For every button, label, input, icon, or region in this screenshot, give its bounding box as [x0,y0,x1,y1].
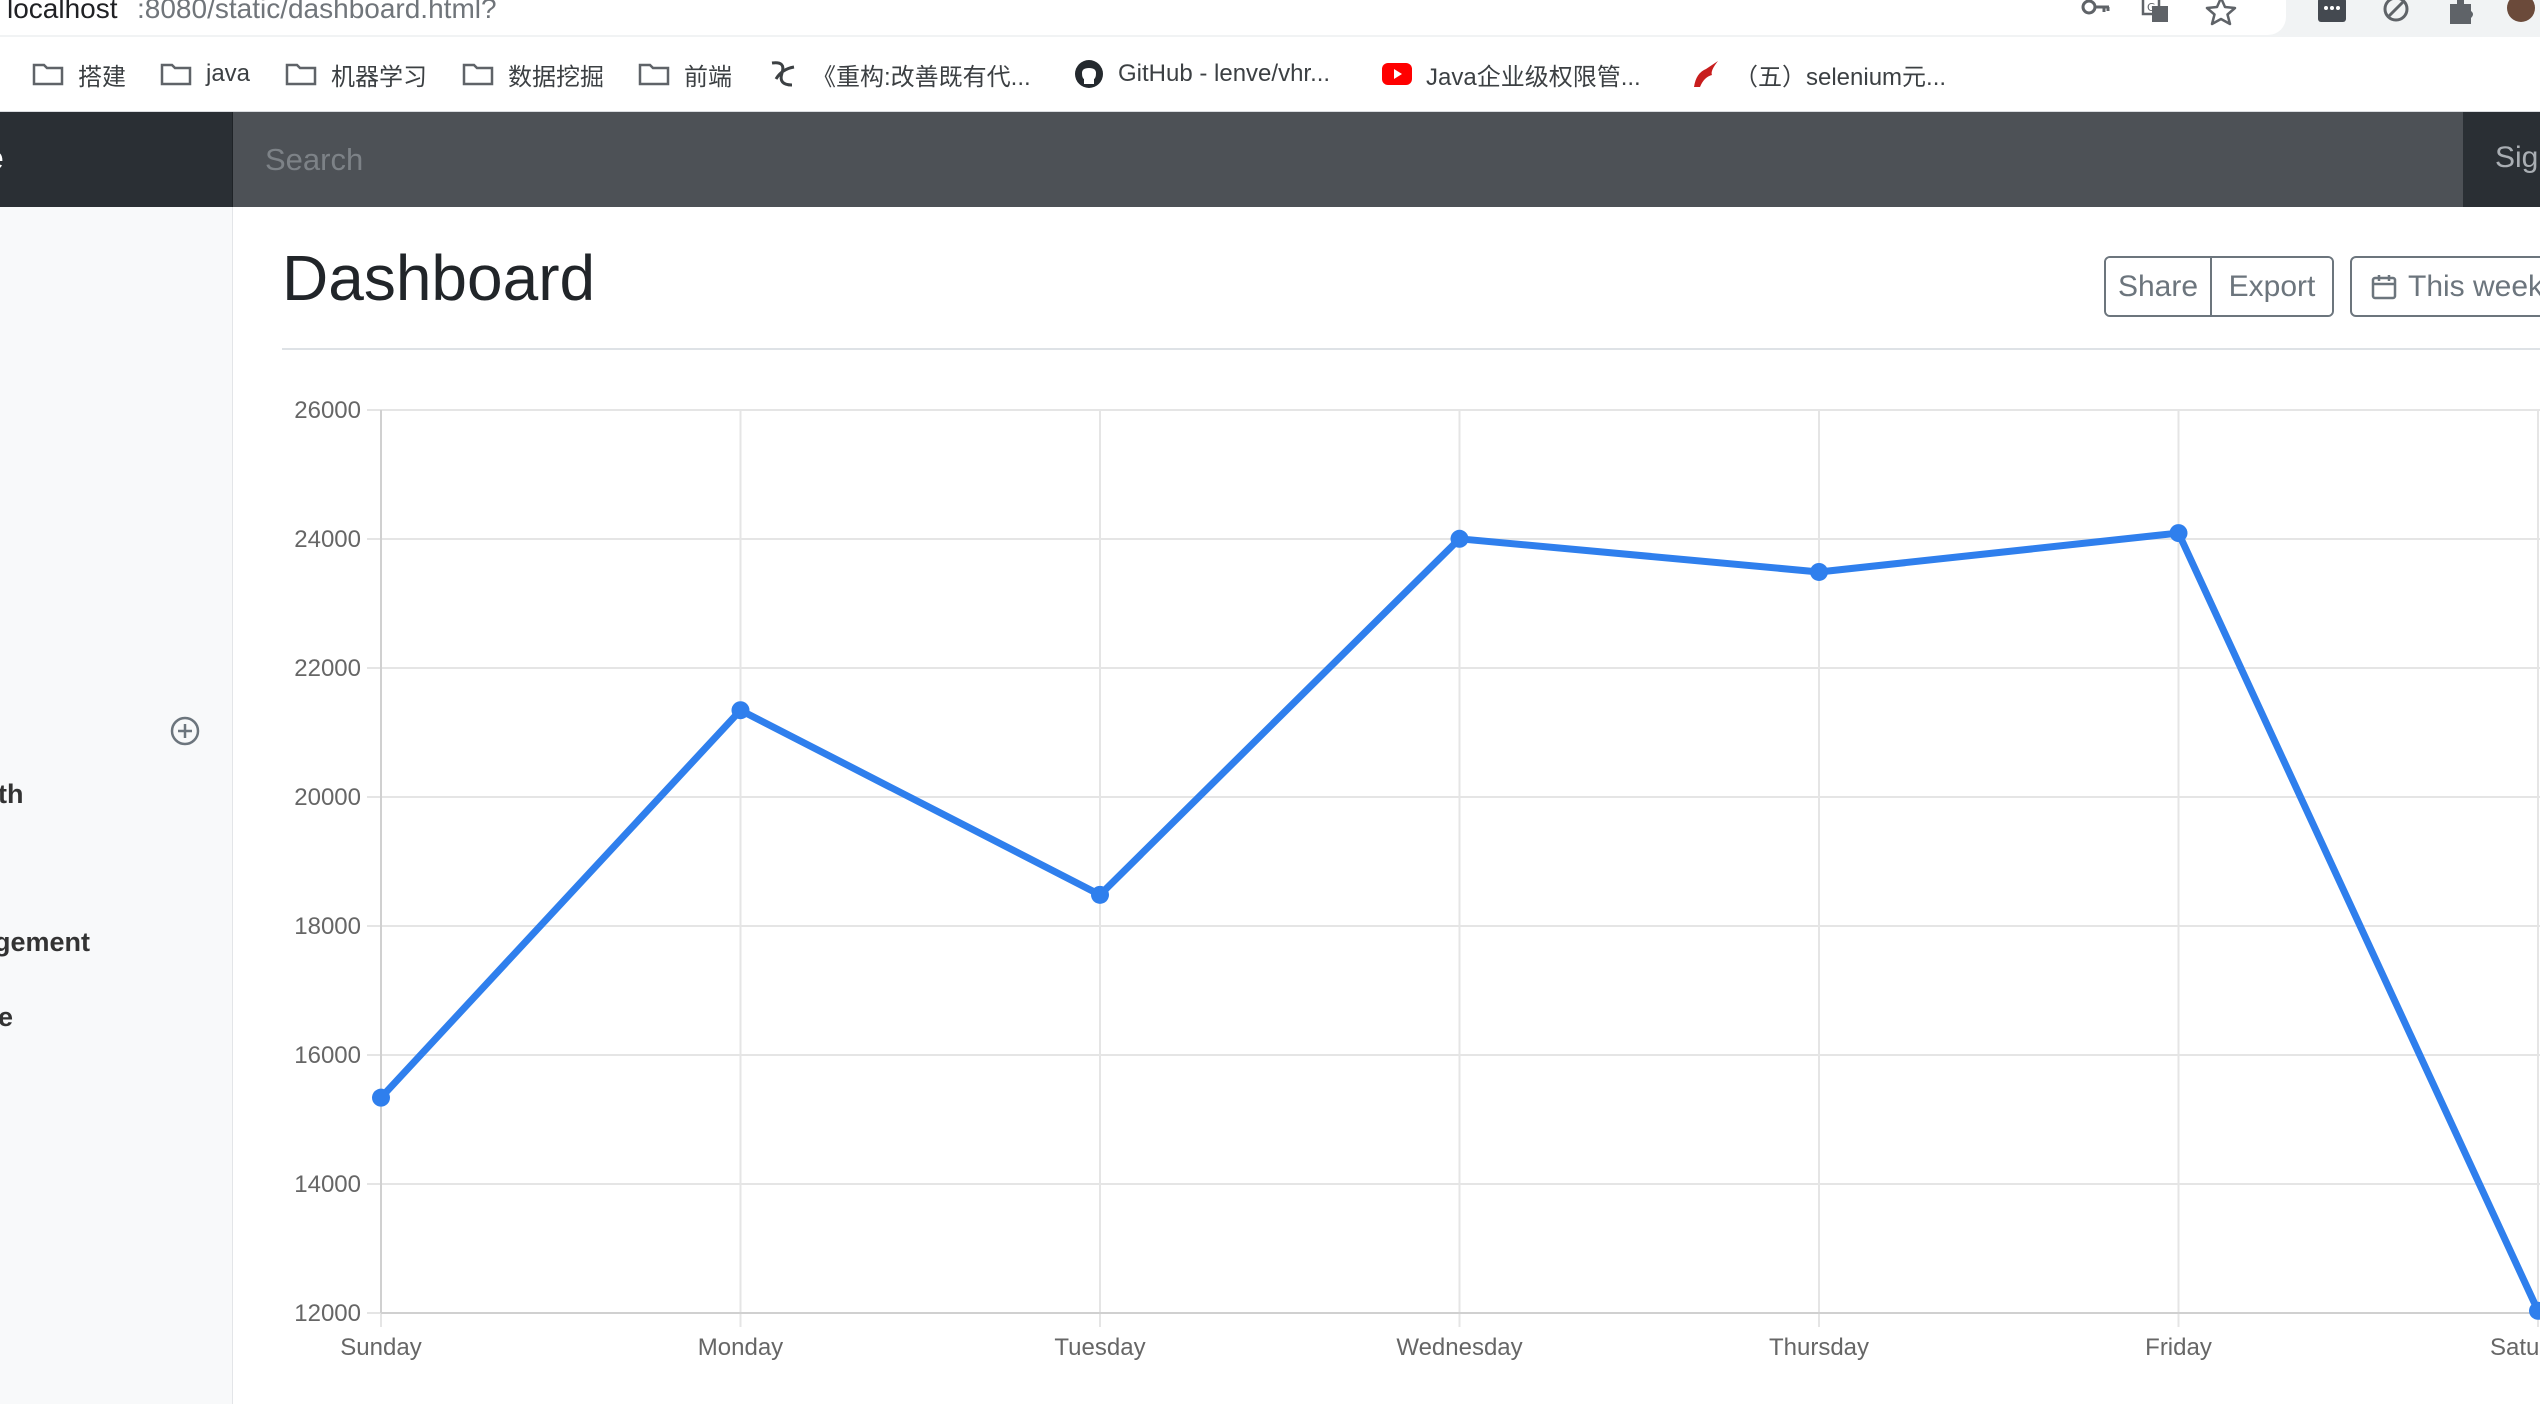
folder-icon [638,63,670,86]
bookmark-label: 《重构:改善既有代... [812,63,1031,91]
x-tick-label: Wednesday [1396,1334,1522,1361]
sidebar-item[interactable]: gement [0,927,90,958]
url-field[interactable]: localhost :8080/static/dashboard.html? G [0,0,2286,35]
bookmarks-bar: 搭建 java 机器学习 数据挖掘 前端 《重构:改善既有代... GitHub… [0,37,2540,112]
y-tick-label: 12000 [294,1300,361,1327]
share-button[interactable]: Share [2106,258,2212,315]
github-icon [1075,60,1103,88]
chart-series [372,524,2540,1320]
brand-text: e [0,140,4,177]
date-range-button[interactable]: This week [2350,256,2540,317]
extension-dots-icon[interactable] [2316,0,2348,26]
bookmark-label: 搭建 [78,63,126,91]
sign-out-text: Sign out [2495,141,2540,174]
x-axis-labels: Sunday Monday Tuesday Wednesday Thursday Frid… [340,1334,2540,1361]
youtube-icon [1382,63,1412,85]
bookmark-label: （五）selenium元... [1734,63,1947,91]
extensions-puzzle-icon[interactable] [2446,0,2478,26]
bookmark-item[interactable]: 《重构:改善既有代... [768,55,1031,93]
bookmark-item[interactable]: 搭建 [32,55,126,93]
folder-icon [462,63,494,86]
bookmark-label: java [206,60,251,87]
folder-icon [160,63,192,86]
x-tick-label: Sunday [340,1334,421,1361]
data-point [2529,1301,2540,1320]
bookmark-label: 数据挖掘 [508,63,604,91]
export-button[interactable]: Export [2212,258,2332,315]
sidebar-item[interactable]: e [0,1002,13,1033]
y-axis-labels: 12000 14000 16000 18000 20000 22000 24000 26000 [294,397,361,1327]
url-path: :8080/static/dashboard.html? [137,0,497,24]
bookmark-star-icon[interactable] [2205,0,2237,26]
data-point [1810,562,1828,581]
add-report-icon[interactable] [169,715,201,747]
data-point [1450,529,1469,548]
y-tick-label: 14000 [294,1171,361,1198]
y-tick-label: 20000 [294,784,361,811]
data-point [1091,885,1109,904]
x-tick-label: Saturday [2490,1334,2540,1361]
button-group: Share Export [2104,256,2334,317]
top-navbar: e Sign out [0,112,2540,207]
bookmark-item[interactable]: 数据挖掘 [462,55,604,93]
bookmark-item[interactable]: GitHub - lenve/vhr... [1074,55,1330,93]
bookmark-item[interactable]: 机器学习 [285,55,427,93]
navbar-brand[interactable]: e [0,112,233,207]
x-tick-label: Tuesday [1054,1334,1145,1361]
svg-text:G: G [2147,1,2156,14]
y-tick-label: 18000 [294,913,361,940]
folder-icon [32,63,64,86]
header-divider [282,348,2540,350]
x-tick-label: Friday [2145,1334,2212,1361]
sign-out-link[interactable]: Sign out [2463,112,2540,207]
date-range-label: This week [2408,269,2540,303]
bookmark-item[interactable]: Java企业级权限管... [1382,55,1641,93]
url-host: localhost [7,0,118,24]
y-tick-label: 22000 [294,655,361,682]
line-chart: 12000 14000 16000 18000 20000 22000 24000 26000… [294,397,2540,1361]
bookmark-label: GitHub - lenve/vhr... [1118,60,1331,87]
folder-icon [285,63,317,86]
password-key-icon[interactable] [2080,0,2112,26]
y-tick-label: 26000 [294,397,361,424]
y-tick-label: 16000 [294,1042,361,1069]
block-icon[interactable] [2380,0,2412,26]
bookmark-item[interactable]: （五）selenium元... [1690,55,1946,93]
data-point [731,701,750,720]
bookmark-label: 前端 [684,63,732,91]
search-input[interactable] [233,112,2463,207]
data-point [2169,524,2188,543]
site-icon [1694,61,1718,87]
x-tick-label: Thursday [1769,1334,1869,1361]
calendar-icon [2371,274,2397,299]
x-tick-label: Monday [698,1334,783,1361]
data-point [372,1088,390,1107]
translate-icon[interactable]: G [2140,0,2172,26]
profile-avatar-icon[interactable] [2505,0,2537,26]
site-icon [771,61,795,87]
browser-address-bar: localhost :8080/static/dashboard.html? G [0,0,2540,37]
y-tick-label: 24000 [294,526,361,553]
bookmark-item[interactable]: 前端 [638,55,732,93]
bookmark-label: Java企业级权限管... [1426,63,1641,91]
sidebar: th gement e [0,207,233,1404]
page-title: Dashboard [282,242,596,314]
sidebar-item[interactable]: th [0,779,23,810]
bookmark-item[interactable]: java [160,55,250,93]
bookmark-label: 机器学习 [331,63,427,91]
